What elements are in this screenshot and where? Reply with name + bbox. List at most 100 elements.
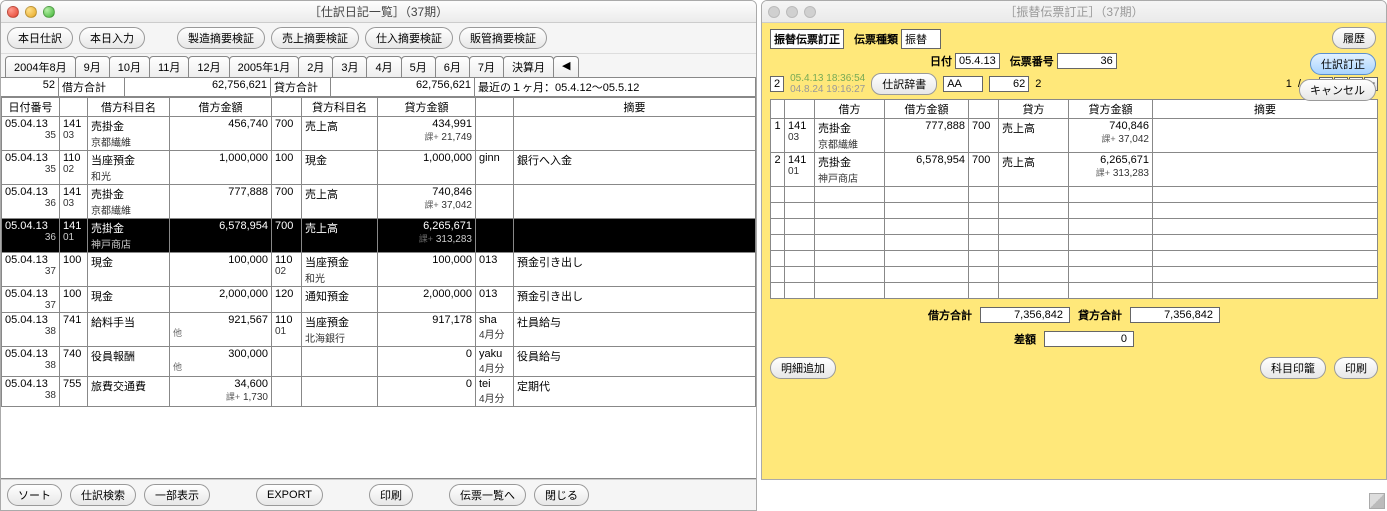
- history-button[interactable]: 履歴: [1332, 27, 1376, 49]
- window-title: ［振替伝票訂正］（37期）: [762, 3, 1386, 20]
- edit-journal-button[interactable]: 仕訳訂正: [1310, 53, 1376, 75]
- col-dr-amt: 借方金額: [170, 98, 272, 117]
- month-tab[interactable]: 3月: [332, 56, 367, 77]
- month-tab[interactable]: 7月: [469, 56, 504, 77]
- col-cr-amt: 貸方金額: [378, 98, 476, 117]
- cr-total-value: 62,756,621: [331, 78, 475, 96]
- detail-row-empty[interactable]: [771, 203, 1378, 219]
- detail-row-empty[interactable]: [771, 187, 1378, 203]
- purchase-memo-verify-button[interactable]: 仕入摘要検証: [365, 27, 453, 49]
- zoom-icon[interactable]: [804, 6, 816, 18]
- window-title: ［仕訳日記一覧］（37期）: [1, 3, 756, 20]
- month-tab[interactable]: 10月: [109, 56, 150, 77]
- journal-row[interactable]: 05.04.133511002当座預金和光1,000,000 100現金1,00…: [2, 151, 756, 185]
- partial-view-button[interactable]: 一部表示: [144, 484, 210, 506]
- journal-grid: 日付番号 借方科目名 借方金額 貸方科目名 貸方金額 摘要 05.04.1335…: [1, 97, 756, 479]
- detail-row-empty[interactable]: [771, 251, 1378, 267]
- month-tab[interactable]: 2004年8月: [5, 56, 76, 77]
- zoom-icon[interactable]: [43, 6, 55, 18]
- detail-row-empty[interactable]: [771, 235, 1378, 251]
- footer-left: ソート 仕訳検索 一部表示 EXPORT 印刷 伝票一覧へ 閉じる: [1, 479, 756, 510]
- minimize-icon[interactable]: [25, 6, 37, 18]
- slip-footer: 明細追加 科目印籠 印刷: [770, 357, 1378, 379]
- close-icon[interactable]: [7, 6, 19, 18]
- diff-label: 差額: [1014, 331, 1036, 347]
- mfg-memo-verify-button[interactable]: 製造摘要検証: [177, 27, 265, 49]
- month-tabs: 2004年8月9月10月11月12月2005年1月2月3月4月5月6月7月決算月…: [1, 54, 756, 78]
- titlebar-left[interactable]: ［仕訳日記一覧］（37期）: [1, 1, 756, 23]
- journal-row[interactable]: 05.04.133514103売掛金京都繊維456,740 700売上高434,…: [2, 117, 756, 151]
- export-button[interactable]: EXPORT: [256, 484, 323, 506]
- account-print-button[interactable]: 科目印籠: [1260, 357, 1326, 379]
- dr-total-value: 62,756,621: [125, 78, 271, 96]
- detail-row[interactable]: 214101売掛金神戸商店6,578,954 700 売上高 6,265,671…: [771, 153, 1378, 187]
- dict-code-c: 2: [1035, 78, 1041, 90]
- sga-memo-verify-button[interactable]: 販管摘要検証: [459, 27, 547, 49]
- add-line-button[interactable]: 明細追加: [770, 357, 836, 379]
- print-button[interactable]: 印刷: [369, 484, 413, 506]
- dr-total-value: 7,356,842: [980, 307, 1070, 323]
- updated-date: 04.8.24: [790, 84, 823, 95]
- cr-total-value: 7,356,842: [1130, 307, 1220, 323]
- detail-row-empty[interactable]: [771, 283, 1378, 299]
- print-button[interactable]: 印刷: [1334, 357, 1378, 379]
- tab-scroll-left-icon[interactable]: ◀: [553, 56, 579, 77]
- journal-row[interactable]: 05.04.133614103売掛金京都繊維777,888 700売上高740,…: [2, 185, 756, 219]
- month-tab[interactable]: 決算月: [503, 56, 554, 77]
- detail-row[interactable]: 114103売掛金京都繊維777,888 700 売上高 740,846課+ 3…: [771, 119, 1378, 153]
- cr-total-label: 貸方合計: [271, 78, 331, 96]
- journal-dict-button[interactable]: 仕訳辞書: [871, 73, 937, 95]
- month-tab[interactable]: 6月: [435, 56, 470, 77]
- col-dr: 借方: [815, 100, 885, 119]
- titlebar-right[interactable]: ［振替伝票訂正］（37期）: [762, 1, 1386, 23]
- form-title: 振替伝票訂正: [770, 29, 844, 49]
- date-field[interactable]: 05.4.13: [955, 53, 1000, 69]
- created-date: 05.4.13: [790, 73, 823, 84]
- month-tab[interactable]: 2月: [298, 56, 333, 77]
- journal-row[interactable]: 05.04.1337100現金100,000 11002当座預金和光100,00…: [2, 253, 756, 287]
- month-tab[interactable]: 11月: [149, 56, 189, 77]
- journal-list-window: ［仕訳日記一覧］（37期） 本日仕訳 本日入力 製造摘要検証 売上摘要検証 仕入…: [0, 0, 757, 511]
- toolbar-left: 本日仕訳 本日入力 製造摘要検証 売上摘要検証 仕入摘要検証 販管摘要検証: [1, 23, 756, 54]
- cancel-button[interactable]: キャンセル: [1299, 79, 1376, 101]
- page-current: 1: [1286, 78, 1292, 90]
- col-date-no: 日付番号: [2, 98, 60, 117]
- journal-row[interactable]: 05.04.1338755旅費交通費34,600課+ 1,7300 tei4月分…: [2, 377, 756, 407]
- month-tab[interactable]: 5月: [401, 56, 436, 77]
- today-journal-button[interactable]: 本日仕訳: [7, 27, 73, 49]
- dict-code-a[interactable]: AA: [943, 76, 983, 92]
- month-tab[interactable]: 9月: [75, 56, 110, 77]
- month-tab[interactable]: 4月: [366, 56, 401, 77]
- col-cr-name: 貸方科目名: [302, 98, 378, 117]
- date-label: 日付: [930, 53, 952, 69]
- detail-row-empty[interactable]: [771, 267, 1378, 283]
- month-tab[interactable]: 12月: [188, 56, 229, 77]
- recent-range: 最近の１ヶ月：05.4.12〜05.5.12: [475, 78, 756, 96]
- col-memo: 摘要: [514, 98, 756, 117]
- col-dr-amt: 借方金額: [885, 100, 969, 119]
- to-slip-list-button[interactable]: 伝票一覧へ: [449, 484, 526, 506]
- close-icon[interactable]: [768, 6, 780, 18]
- dict-code-b[interactable]: 62: [989, 76, 1029, 92]
- close-button[interactable]: 閉じる: [534, 484, 589, 506]
- col-cr-amt: 貸方金額: [1069, 100, 1153, 119]
- journal-row[interactable]: 05.04.1337100現金2,000,000 120通知預金2,000,00…: [2, 287, 756, 313]
- sort-button[interactable]: ソート: [7, 484, 62, 506]
- slip-no-field[interactable]: 36: [1057, 53, 1117, 69]
- journal-row[interactable]: 05.04.133614101売掛金神戸商店6,578,954 700売上高6,…: [2, 219, 756, 253]
- today-entry-button[interactable]: 本日入力: [79, 27, 145, 49]
- sales-memo-verify-button[interactable]: 売上摘要検証: [271, 27, 359, 49]
- dr-total-label: 借方合計: [59, 78, 125, 96]
- journal-row[interactable]: 05.04.1338740役員報酬300,000他0 yaku4月分役員給与: [2, 347, 756, 377]
- col-dr-name: 借方科目名: [88, 98, 170, 117]
- detail-row-empty[interactable]: [771, 219, 1378, 235]
- cr-total-label: 貸方合計: [1078, 307, 1122, 323]
- created-time: 18:36:54: [826, 73, 865, 84]
- minimize-icon[interactable]: [786, 6, 798, 18]
- summary-row: 52 借方合計 62,756,621 貸方合計 62,756,621 最近の１ヶ…: [1, 78, 756, 97]
- search-journal-button[interactable]: 仕訳検索: [70, 484, 136, 506]
- updated-time: 19:16:27: [826, 84, 865, 95]
- slip-kind-label: 伝票種類: [854, 31, 898, 47]
- month-tab[interactable]: 2005年1月: [229, 56, 300, 77]
- journal-row[interactable]: 05.04.1338741給料手当921,567他11001当座預金北海銀行91…: [2, 313, 756, 347]
